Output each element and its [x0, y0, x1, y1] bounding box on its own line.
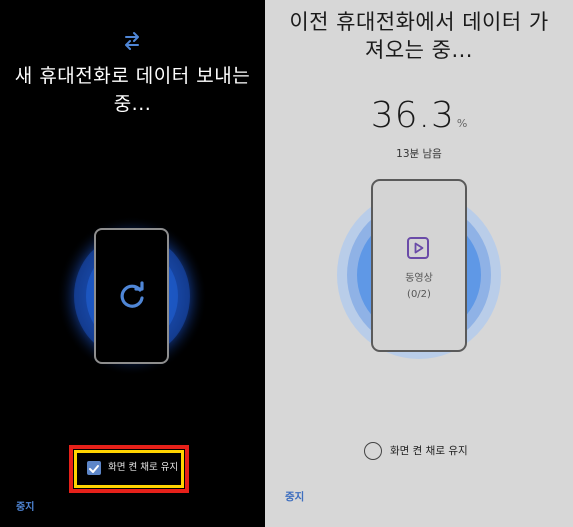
check-icon [89, 465, 99, 473]
refresh-icon [120, 281, 144, 308]
keep-screen-radio[interactable] [364, 442, 382, 460]
progress-readout: 36.3% [265, 96, 573, 136]
receiver-screen: 이전 휴대전화에서 데이터 가져오는 중... 36.3% 13분 남음 동영상… [265, 0, 573, 527]
stop-button[interactable]: 중지 [16, 498, 34, 513]
page-title: 이전 휴대전화에서 데이터 가져오는 중... [289, 10, 549, 62]
phone-outline [371, 179, 467, 352]
keep-screen-label[interactable]: 화면 켠 채로 유지 [108, 461, 178, 475]
category-count: (0/2) [407, 289, 431, 300]
keep-screen-label[interactable]: 화면 켠 채로 유지 [390, 444, 468, 458]
sender-screen: 새 휴대전화로 데이터 보내는 중... 화면 켠 채로 유지 중지 [0, 0, 265, 527]
swap-arrows-icon [125, 32, 139, 50]
progress-unit: % [456, 117, 468, 130]
category-label: 동영상 [405, 273, 433, 284]
time-remaining: 13분 남음 [396, 148, 442, 160]
keep-screen-checkbox[interactable] [87, 461, 101, 475]
progress-value: 36.3 [370, 95, 455, 136]
page-title: 새 휴대전화로 데이터 보내는 중... [14, 65, 251, 115]
video-icon [407, 237, 429, 259]
stop-button[interactable]: 중지 [285, 489, 304, 504]
